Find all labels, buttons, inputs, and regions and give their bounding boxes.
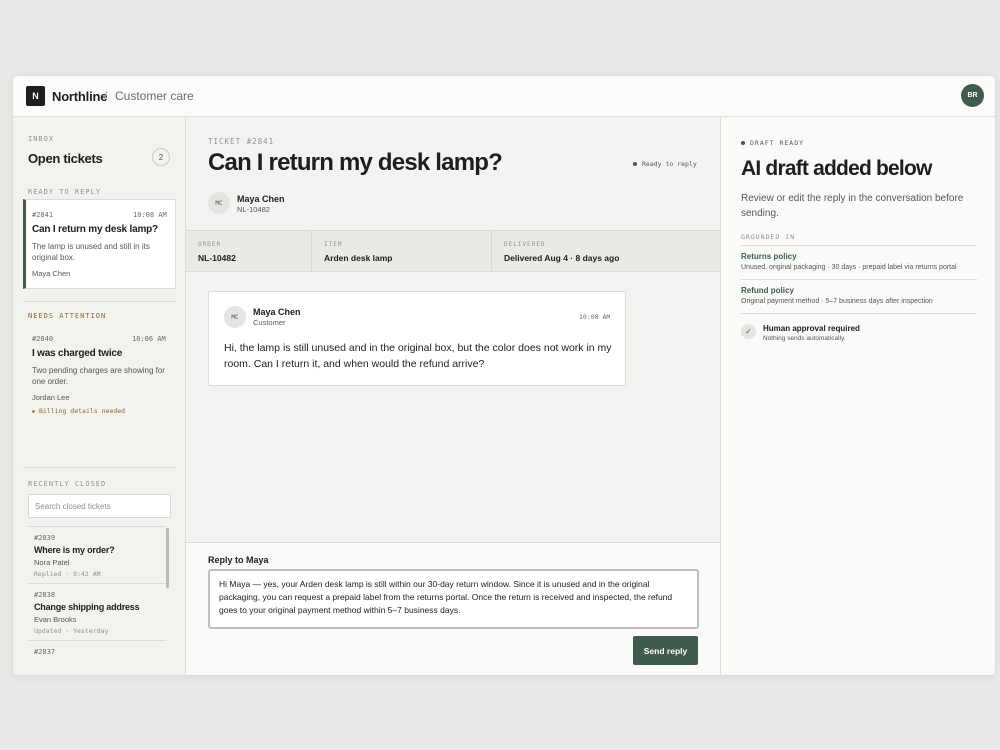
returns-policy-detail: Unused, original packaging · 30 days · p…: [741, 264, 957, 271]
divider: [28, 583, 166, 584]
inbox-label: INBOX: [28, 135, 55, 143]
ticket-card-2840[interactable]: #2840 10:06 AM I was charged twice Two p…: [28, 333, 178, 423]
ticket-preview: Two pending charges are showing for one …: [32, 366, 165, 386]
returns-policy-link[interactable]: Returns policy: [741, 252, 797, 261]
ticket-meta: Replied · 9:42 AM: [34, 570, 101, 578]
billing-warning: Billing details needed: [32, 407, 125, 415]
delivered-value: Delivered Aug 4 · 8 days ago: [504, 253, 620, 263]
ticket-meta: Updated · Yesterday: [34, 627, 109, 635]
approval-title: Human approval required: [763, 324, 860, 333]
order-details: ORDER NL-10482 ITEM Arden desk lamp DELI…: [186, 230, 720, 272]
delivered-key: DELIVERED: [504, 241, 546, 248]
order-cell: ORDER NL-10482: [186, 231, 312, 271]
grounded-in-label: GROUNDED IN: [741, 233, 796, 241]
closed-ticket-2839[interactable]: #2839 Where is my order? Nora Patel Repl…: [28, 531, 165, 583]
status-badge: Ready to reply: [633, 160, 697, 168]
ticket-time: 10:08 AM: [133, 211, 167, 219]
ticket-card-2841[interactable]: #2841 10:08 AM Can I return my desk lamp…: [23, 199, 176, 289]
brand-name[interactable]: Northline: [52, 89, 107, 104]
reply-label: Reply to Maya: [208, 555, 269, 565]
item-cell: ITEM Arden desk lamp: [312, 231, 492, 271]
breadcrumb-separator: /: [104, 89, 108, 103]
warning-dot-icon: [32, 409, 35, 413]
ticket-number: TICKET #2841: [208, 137, 275, 146]
ticket-title: Where is my order?: [34, 545, 115, 555]
draft-description: Review or edit the reply in the conversa…: [741, 193, 964, 219]
divider: [741, 313, 977, 314]
ticket-title: Can I return my desk lamp?: [32, 224, 158, 235]
divider: [28, 640, 166, 641]
divider: [28, 526, 166, 527]
draft-ready-text: DRAFT READY: [750, 139, 805, 147]
message-time: 10:08 AM: [579, 313, 611, 321]
reply-composer: Reply to Maya Hi Maya — yes, your Arden …: [186, 542, 720, 675]
sidebar: INBOX Open tickets 2 READY TO REPLY #284…: [13, 117, 186, 675]
refund-policy-detail: Original payment method · 5–7 business d…: [741, 298, 933, 305]
ticket-customer: Nora Patel: [34, 558, 70, 567]
user-avatar[interactable]: BR: [961, 84, 984, 107]
divider: [741, 245, 977, 246]
refund-policy-link[interactable]: Refund policy: [741, 286, 794, 295]
ticket-preview: The lamp is unused and still in its orig…: [32, 242, 150, 262]
breadcrumb-customer-care[interactable]: Customer care: [115, 89, 194, 103]
check-icon: ✓: [741, 324, 756, 339]
divider: [741, 279, 977, 280]
app-window: N Northline / Customer care BR INBOX Ope…: [12, 75, 996, 676]
billing-warning-text: Billing details needed: [39, 407, 126, 415]
message-avatar: MC: [224, 306, 246, 328]
ticket-header: TICKET #2841 Can I return my desk lamp? …: [186, 117, 720, 229]
ai-draft-panel: DRAFT READY AI draft added below Review …: [720, 117, 995, 675]
customer-avatar: MC: [208, 192, 230, 214]
needs-attention-label: NEEDS ATTENTION: [28, 312, 107, 320]
sidebar-title: Open tickets: [28, 151, 103, 166]
ticket-id: #2839: [34, 534, 56, 542]
search-closed-input[interactable]: Search closed tickets: [28, 494, 171, 518]
ticket-title: I was charged twice: [32, 348, 123, 359]
ready-to-reply-label: READY TO REPLY: [28, 188, 102, 196]
ticket-title: Change shipping address: [34, 602, 140, 612]
sidebar-scrollbar[interactable]: [166, 528, 169, 588]
customer-id: NL-10482: [237, 205, 270, 214]
status-dot-icon: [633, 162, 637, 166]
status-text: Ready to reply: [642, 160, 697, 168]
ticket-id: #2840: [32, 335, 54, 343]
item-key: ITEM: [324, 241, 343, 248]
draft-ready-badge: DRAFT READY: [741, 139, 804, 147]
customer-name: Maya Chen: [237, 194, 285, 204]
ticket-customer: Evan Brooks: [34, 615, 77, 624]
top-bar: N Northline / Customer care BR: [13, 76, 995, 117]
divider: [23, 467, 176, 468]
page-title: Can I return my desk lamp?: [208, 149, 503, 176]
message-body: Hi, the lamp is still unused and in the …: [224, 342, 612, 370]
ticket-id: #2841: [32, 211, 54, 219]
customer-message: MC Maya Chen Customer 10:08 AM Hi, the l…: [208, 291, 626, 386]
approval-subtitle: Nothing sends automatically.: [763, 335, 846, 342]
ticket-time: 10:06 AM: [132, 335, 166, 343]
draft-title: AI draft added below: [741, 157, 932, 180]
closed-ticket-2837[interactable]: #2837: [28, 645, 165, 665]
send-reply-button[interactable]: Send reply: [633, 636, 698, 665]
message-role: Customer: [253, 318, 286, 327]
ticket-id: #2837: [34, 648, 56, 656]
brand-logo[interactable]: N: [26, 86, 45, 106]
draft-dot-icon: [741, 141, 745, 145]
ticket-id: #2838: [34, 591, 56, 599]
open-count-badge: 2: [152, 148, 170, 166]
closed-ticket-2838[interactable]: #2838 Change shipping address Evan Brook…: [28, 588, 165, 640]
delivered-cell: DELIVERED Delivered Aug 4 · 8 days ago: [492, 231, 720, 271]
order-key: ORDER: [198, 241, 222, 248]
reply-textarea[interactable]: Hi Maya — yes, your Arden desk lamp is s…: [208, 569, 699, 629]
ticket-customer: Jordan Lee: [32, 393, 70, 402]
item-value: Arden desk lamp: [324, 253, 393, 263]
order-value: NL-10482: [198, 253, 236, 263]
recently-closed-label: RECENTLY CLOSED: [28, 480, 107, 488]
ticket-customer: Maya Chen: [32, 269, 71, 278]
message-author: Maya Chen: [253, 307, 301, 317]
ticket-view: TICKET #2841 Can I return my desk lamp? …: [186, 117, 720, 675]
divider: [23, 301, 176, 302]
